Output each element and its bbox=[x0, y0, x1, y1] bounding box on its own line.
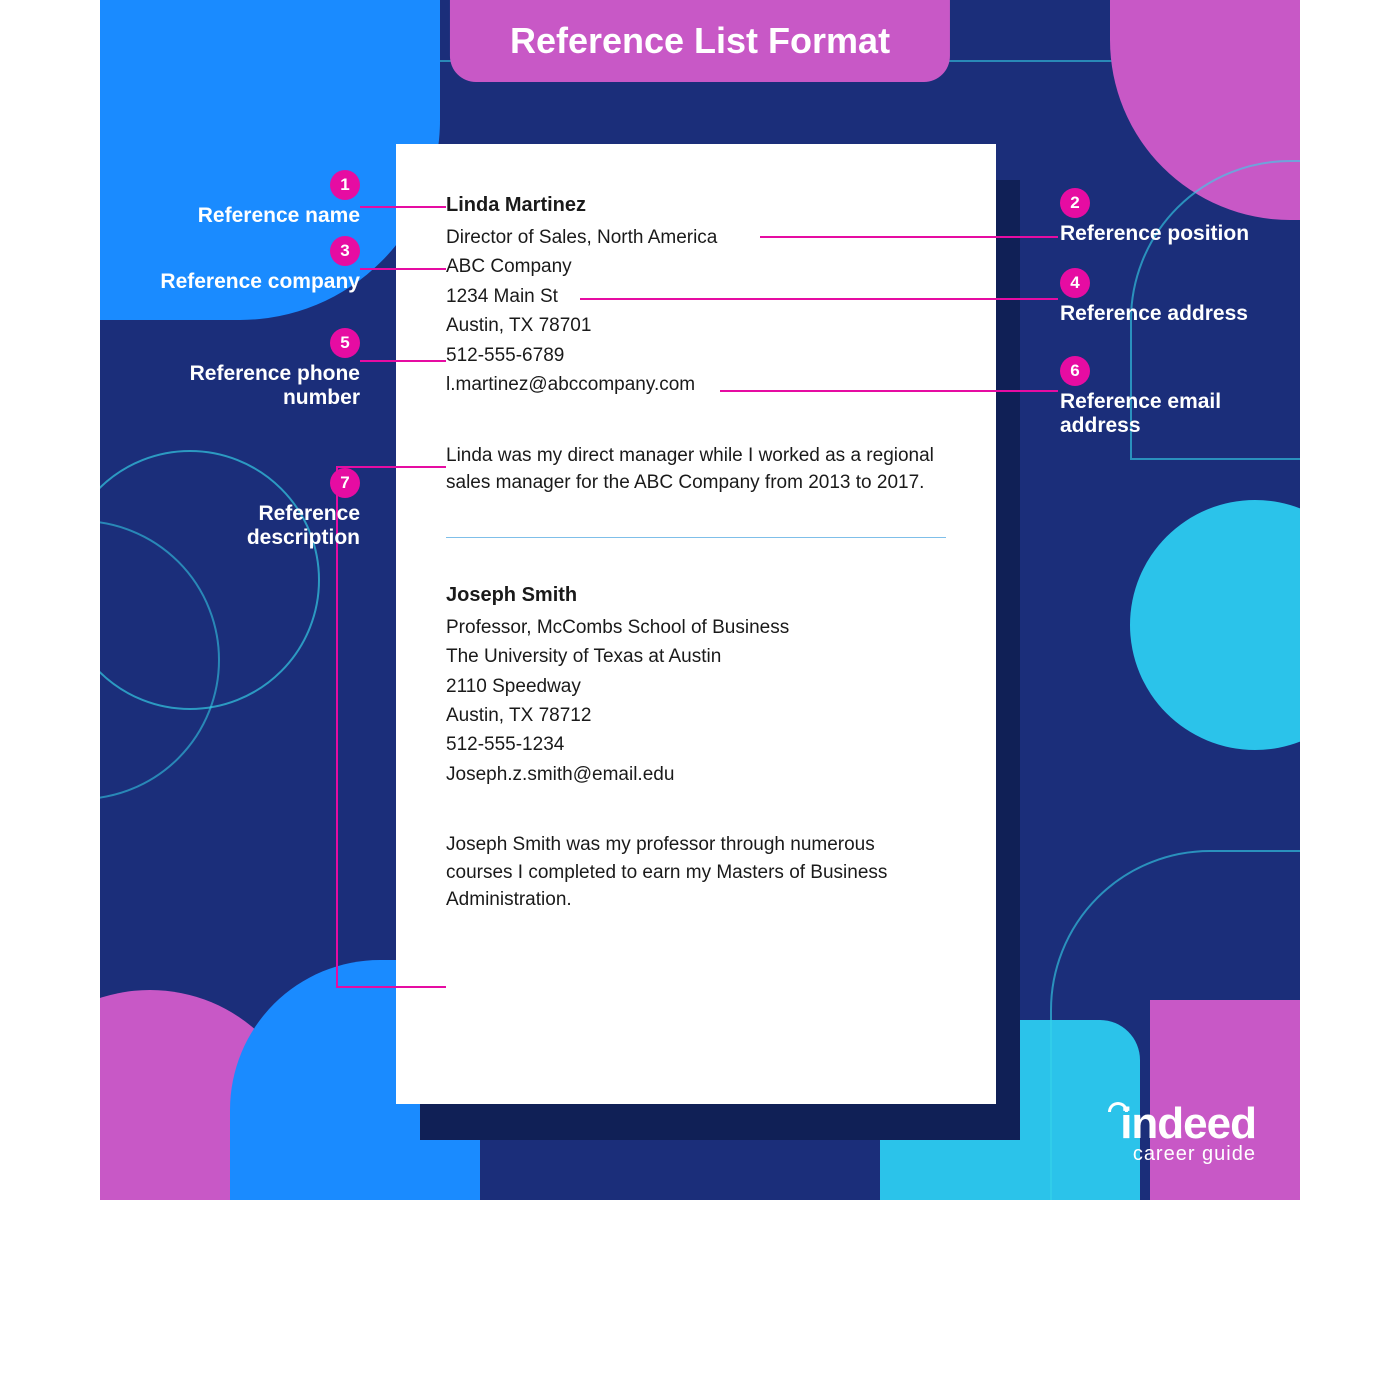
callout-reference-description: 7 Reference description bbox=[140, 468, 360, 550]
callout-reference-company: 3 Reference company bbox=[140, 236, 360, 294]
reference-email-value: l.martinez@abccompany.com bbox=[446, 370, 946, 399]
page-title: Reference List Format bbox=[450, 0, 950, 82]
connector-line bbox=[760, 236, 1058, 238]
callout-reference-address: 4 Reference address bbox=[1060, 268, 1280, 326]
callout-reference-email: 6 Reference email address bbox=[1060, 356, 1280, 438]
connector-line bbox=[336, 986, 446, 988]
connector-line bbox=[720, 390, 1058, 392]
divider-line bbox=[446, 537, 946, 538]
connector-line bbox=[580, 298, 1058, 300]
reference-description-value: Joseph Smith was my professor through nu… bbox=[446, 831, 946, 914]
callout-label: Reference email address bbox=[1060, 390, 1280, 438]
callout-badge: 3 bbox=[330, 236, 360, 266]
reference-entry: Linda Martinez Director of Sales, North … bbox=[446, 194, 946, 497]
callout-reference-position: 2 Reference position bbox=[1060, 188, 1280, 246]
reference-description-value: Linda was my direct manager while I work… bbox=[446, 442, 946, 497]
callout-label: Reference description bbox=[140, 502, 360, 550]
callout-label: Reference address bbox=[1060, 302, 1280, 326]
reference-phone-value: 512-555-1234 bbox=[446, 730, 946, 759]
callout-reference-phone: 5 Reference phone number bbox=[140, 328, 360, 410]
callout-badge: 6 bbox=[1060, 356, 1090, 386]
reference-entry: Joseph Smith Professor, McCombs School o… bbox=[446, 584, 946, 914]
callout-label: Reference name bbox=[140, 204, 360, 228]
indeed-logo: indeed career guide bbox=[1100, 1099, 1256, 1166]
bg-shape bbox=[1130, 500, 1300, 750]
callout-label: Reference company bbox=[140, 270, 360, 294]
connector-line bbox=[360, 360, 446, 362]
callout-badge: 2 bbox=[1060, 188, 1090, 218]
callout-badge: 7 bbox=[330, 468, 360, 498]
reference-company-value: The University of Texas at Austin bbox=[446, 642, 946, 671]
reference-email-value: Joseph.z.smith@email.edu bbox=[446, 760, 946, 789]
reference-phone-value: 512-555-6789 bbox=[446, 341, 946, 370]
callout-badge: 5 bbox=[330, 328, 360, 358]
reference-name-value: Joseph Smith bbox=[446, 584, 946, 607]
reference-document: Linda Martinez Director of Sales, North … bbox=[396, 144, 996, 1104]
callout-reference-name: 1 Reference name bbox=[140, 170, 360, 228]
callout-badge: 1 bbox=[330, 170, 360, 200]
reference-address2-value: Austin, TX 78701 bbox=[446, 311, 946, 340]
reference-address2-value: Austin, TX 78712 bbox=[446, 701, 946, 730]
callout-badge: 4 bbox=[1060, 268, 1090, 298]
reference-position-value: Professor, McCombs School of Business bbox=[446, 613, 946, 642]
reference-company-value: ABC Company bbox=[446, 252, 946, 281]
reference-address1-value: 2110 Speedway bbox=[446, 672, 946, 701]
logo-text: indeed bbox=[1120, 1099, 1256, 1148]
connector-line bbox=[360, 268, 446, 270]
diagram-canvas: Reference List Format Linda Martinez Dir… bbox=[100, 0, 1300, 1200]
reference-address1-value: 1234 Main St bbox=[446, 282, 946, 311]
connector-line bbox=[360, 206, 446, 208]
callout-label: Reference phone number bbox=[140, 362, 360, 410]
reference-name-value: Linda Martinez bbox=[446, 194, 946, 217]
callout-label: Reference position bbox=[1060, 222, 1280, 246]
